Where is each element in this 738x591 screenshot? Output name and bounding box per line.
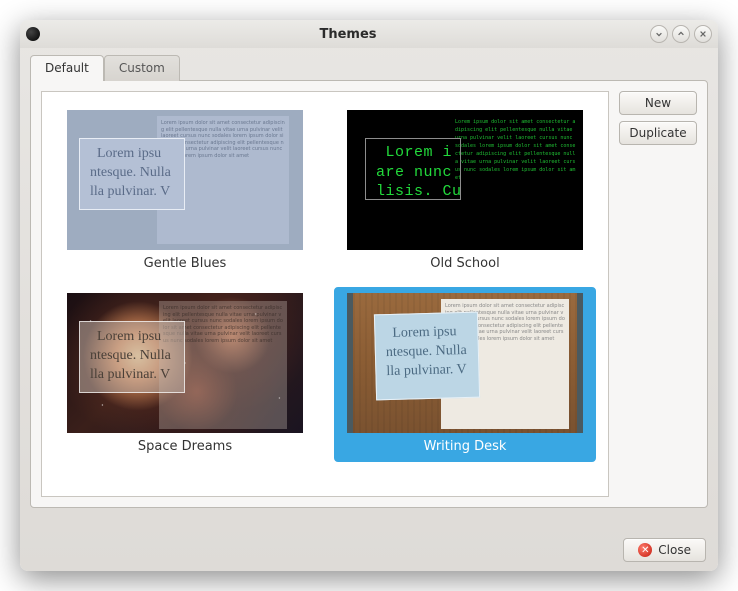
preview-background-page: Lorem ipsum dolor sit amet consectetur a… <box>455 118 577 238</box>
tab-panel: Lorem ipsum dolor sit amet consectetur a… <box>30 80 708 508</box>
new-button[interactable]: New <box>619 91 697 115</box>
maximize-button[interactable] <box>672 25 690 43</box>
minimize-button[interactable] <box>650 25 668 43</box>
theme-label: Gentle Blues <box>144 256 227 271</box>
preview-foreground-page: Lorem ipsu ntesque. Nulla lla pulvinar. … <box>374 312 480 401</box>
theme-thumbnail: Lorem ipsum dolor sit amet consectetur a… <box>347 110 583 250</box>
tab-default[interactable]: Default <box>30 55 104 81</box>
titlebar: Themes <box>20 20 718 48</box>
theme-space-dreams[interactable]: Lorem ipsum dolor sit amet consectetur a… <box>54 287 316 462</box>
close-window-button[interactable] <box>694 25 712 43</box>
theme-grid: Lorem ipsum dolor sit amet consectetur a… <box>41 91 609 497</box>
theme-label: Old School <box>430 256 499 271</box>
duplicate-button[interactable]: Duplicate <box>619 121 697 145</box>
error-icon: ✕ <box>638 543 652 557</box>
dialog-content: Default Custom Lorem ipsum dolor sit ame… <box>20 48 718 529</box>
theme-label: Space Dreams <box>138 439 232 454</box>
close-button-label: Close <box>658 543 691 557</box>
preview-foreground-page: Lorem ipsu ntesque. Nulla lla pulvinar. … <box>79 321 185 393</box>
app-icon <box>26 27 40 41</box>
window-title: Themes <box>46 27 650 42</box>
close-button[interactable]: ✕ Close <box>623 538 706 562</box>
theme-thumbnail: Lorem ipsum dolor sit amet consectetur a… <box>67 110 303 250</box>
theme-thumbnail: Lorem ipsum dolor sit amet consectetur a… <box>347 293 583 433</box>
minimize-icon <box>655 30 663 38</box>
theme-label: Writing Desk <box>424 439 507 454</box>
preview-foreground-page: Lorem ipsu ntesque. Nulla lla pulvinar. … <box>79 138 185 210</box>
close-icon <box>699 30 707 38</box>
tab-bar: Default Custom <box>30 54 708 80</box>
themes-dialog: Themes Default Custom Lorem ipsum dolor … <box>20 20 718 571</box>
maximize-icon <box>677 30 685 38</box>
theme-thumbnail: Lorem ipsum dolor sit amet consectetur a… <box>67 293 303 433</box>
dialog-footer: ✕ Close <box>20 529 718 571</box>
side-button-column: New Duplicate <box>619 91 697 497</box>
tab-custom[interactable]: Custom <box>104 55 180 81</box>
preview-foreground-page: Lorem i are nunc s lisis. Cu <box>365 138 461 200</box>
theme-old-school[interactable]: Lorem ipsum dolor sit amet consectetur a… <box>334 104 596 279</box>
theme-gentle-blues[interactable]: Lorem ipsum dolor sit amet consectetur a… <box>54 104 316 279</box>
theme-writing-desk[interactable]: Lorem ipsum dolor sit amet consectetur a… <box>334 287 596 462</box>
window-controls <box>650 25 712 43</box>
